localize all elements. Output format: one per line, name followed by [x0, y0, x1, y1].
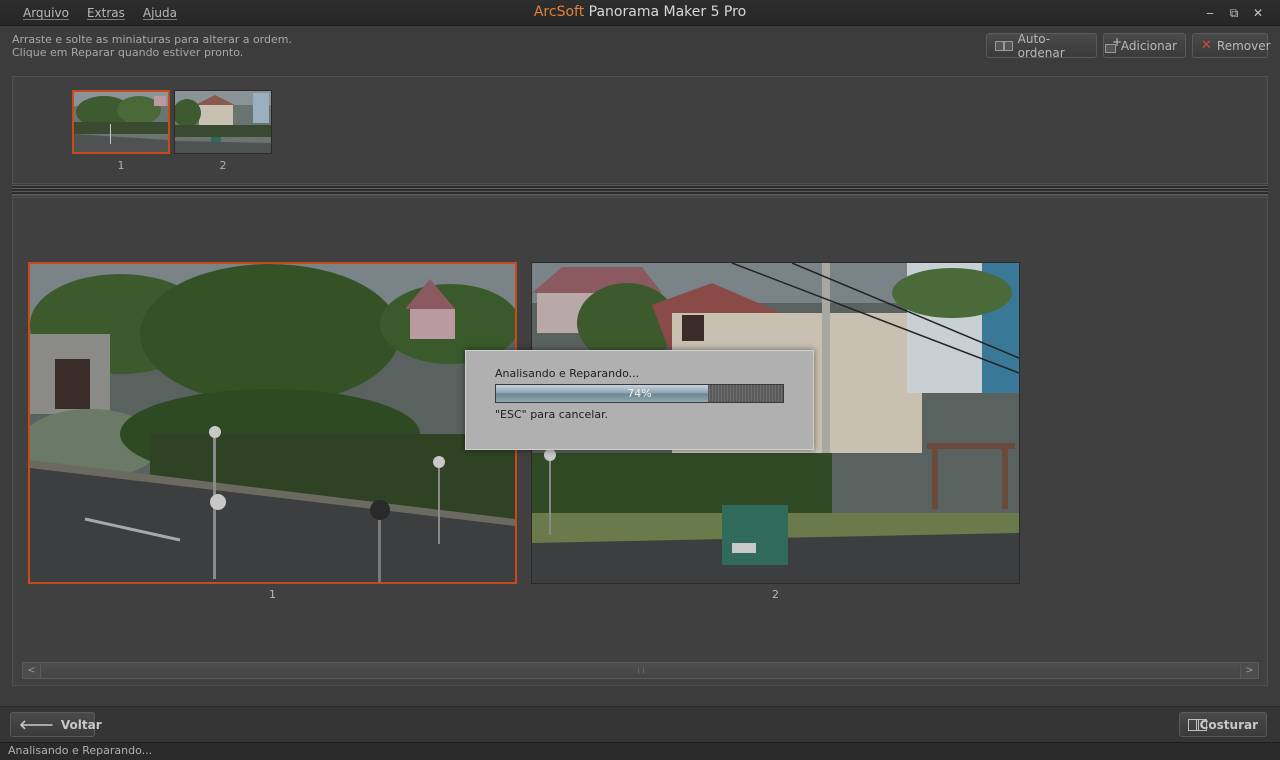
photo-1-image — [20, 264, 520, 582]
title-bar: Arquivo Extras Ajuda ArcSoft Panorama Ma… — [0, 0, 1280, 26]
app-brand: ArcSoft — [533, 4, 585, 20]
thumbnail-2-image — [173, 91, 271, 153]
instruction-line-2: Clique em Reparar quando estiver pronto. — [12, 46, 244, 59]
scroll-right-icon[interactable]: > — [1240, 663, 1258, 678]
back-button[interactable]: 🡐 Voltar — [10, 712, 102, 737]
minimize-icon[interactable]: ‒ — [1198, 3, 1222, 23]
add-button[interactable]: + Adicionar — [1103, 33, 1186, 58]
remove-button[interactable]: ✕ Remover — [1192, 33, 1271, 58]
progress-percent: 74% — [627, 387, 652, 400]
thumbnail-2[interactable] — [173, 90, 272, 154]
remove-label: Remover — [1216, 38, 1271, 53]
thumbnail-2-label: 2 — [219, 159, 227, 172]
close-icon[interactable]: ✕ — [1246, 3, 1270, 23]
thumbnail-1-image — [74, 92, 168, 152]
auto-order-label: Auto-ordenar — [1017, 31, 1065, 60]
progress-bar: 74% — [495, 384, 784, 403]
panel-splitter[interactable] — [12, 185, 1268, 196]
stitch-label: Costurar — [1199, 717, 1258, 732]
photo-1[interactable] — [20, 262, 520, 584]
status-bar: Analisando e Reparando... — [0, 742, 1280, 760]
thumbnail-1[interactable] — [72, 90, 170, 154]
thumbnail-strip: 1 2 — [12, 76, 1268, 184]
arrow-left-icon: 🡐 — [19, 717, 54, 733]
horizontal-scrollbar[interactable]: < > — [22, 662, 1259, 679]
progress-message: Analisando e Reparando... — [495, 367, 640, 380]
bottom-bar: 🡐 Voltar Costurar — [0, 706, 1280, 742]
app-title: ArcSoft Panorama Maker 5 Pro — [0, 4, 1280, 20]
scrollbar-grip — [637, 667, 644, 674]
window-controls: ‒ ⧉ ✕ — [1198, 3, 1270, 23]
restore-icon[interactable]: ⧉ — [1222, 3, 1246, 23]
app-name: Panorama Maker 5 Pro — [584, 4, 747, 20]
progress-dialog: Analisando e Reparando... 74% "ESC" para… — [465, 350, 814, 450]
thumbnail-1-label: 1 — [117, 159, 125, 172]
cancel-hint: "ESC" para cancelar. — [495, 408, 609, 421]
scroll-left-icon[interactable]: < — [23, 663, 41, 678]
scrollbar-thumb[interactable] — [42, 663, 1239, 678]
stitch-button[interactable]: Costurar — [1179, 712, 1267, 737]
back-label: Voltar — [60, 717, 102, 732]
auto-order-icon — [995, 40, 1013, 52]
stitch-icon — [1188, 718, 1207, 731]
add-label: Adicionar — [1120, 38, 1177, 53]
toolbar: Auto-ordenar + Adicionar ✕ Remover — [986, 31, 1271, 60]
instructions: Arraste e solte as miniaturas para alter… — [12, 33, 292, 59]
auto-order-button[interactable]: Auto-ordenar — [986, 31, 1097, 60]
instruction-line-1: Arraste e solte as miniaturas para alter… — [12, 33, 292, 46]
remove-icon: ✕ — [1201, 38, 1212, 53]
photo-2-label: 2 — [772, 588, 779, 601]
photo-1-label: 1 — [269, 588, 276, 601]
add-image-icon: + — [1104, 35, 1122, 53]
